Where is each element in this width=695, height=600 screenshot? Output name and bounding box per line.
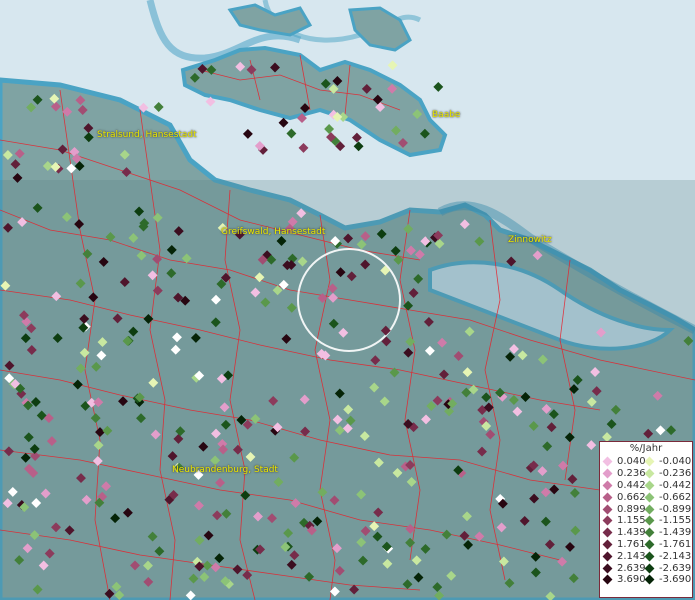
- legend-label: -0.662: [659, 491, 692, 503]
- legend-entry: 1.439: [602, 527, 646, 539]
- legend-entry: -1.439: [644, 527, 692, 539]
- legend-entry: 0.662: [602, 491, 646, 503]
- legend-swatch: [644, 551, 655, 562]
- legend-label: -1.439: [659, 527, 692, 539]
- legend-entry: -2.143: [644, 550, 692, 562]
- legend-swatch: [644, 563, 655, 574]
- legend-swatch: [644, 515, 655, 526]
- legend-label: 0.040: [617, 456, 646, 468]
- legend-entry: 3.690: [602, 574, 646, 586]
- legend-entry: -0.899: [644, 503, 692, 515]
- legend-label: -0.236: [659, 468, 692, 480]
- legend-swatch: [602, 527, 613, 538]
- legend-entry: 2.143: [602, 550, 646, 562]
- legend-label: 0.236: [617, 468, 646, 480]
- city-label-greifswald: Greifswald, Hansestadt: [221, 227, 326, 237]
- legend-entry: 0.040: [602, 456, 646, 468]
- legend-swatch: [602, 563, 613, 574]
- city-label-baabe: Baabe: [432, 110, 461, 120]
- legend-swatch: [644, 539, 655, 550]
- legend-negative-column: -0.040 -0.236 -0.442 -0.662 -0.899 -1.155 -1.4…: [644, 456, 692, 586]
- map-canvas[interactable]: Stralsund, Hansestadt Baabe Greifswald, …: [0, 0, 695, 600]
- legend-entry: 1.155: [602, 515, 646, 527]
- legend-title: %/Jahr: [629, 443, 663, 454]
- legend-swatch: [644, 504, 655, 515]
- legend-label: 1.761: [617, 538, 646, 550]
- city-label-stralsund: Stralsund, Hansestadt: [97, 130, 197, 140]
- legend-positive-column: 0.040 0.236 0.442 0.662 0.899 1.155 1.439 1.761…: [602, 456, 646, 586]
- legend-swatch: [602, 504, 613, 515]
- legend-label: 1.155: [617, 515, 646, 527]
- legend-entry: -0.236: [644, 468, 692, 480]
- legend-label: -0.040: [659, 456, 692, 468]
- legend-label: 1.439: [617, 527, 646, 539]
- legend-entry: -0.662: [644, 491, 692, 503]
- basemap: [0, 0, 695, 600]
- legend-swatch: [644, 456, 655, 467]
- legend-label: -0.442: [659, 479, 692, 491]
- legend-swatch: [644, 527, 655, 538]
- legend-entry: -1.761: [644, 538, 692, 551]
- city-label-neubrandenburg: Neubrandenburg, Stadt: [172, 465, 278, 475]
- legend-label: 0.662: [617, 491, 646, 503]
- legend-label: -1.761: [659, 538, 692, 550]
- legend-label: 0.899: [617, 503, 646, 515]
- legend-entry: 1.761: [602, 538, 646, 551]
- legend-label: 2.143: [617, 550, 646, 562]
- legend-label: -2.143: [659, 550, 692, 562]
- legend-label: -3.690: [659, 574, 692, 586]
- legend-label: -1.155: [659, 515, 692, 527]
- legend-entry: 0.236: [602, 468, 646, 480]
- legend-swatch: [602, 468, 613, 479]
- legend-label: -0.899: [659, 503, 692, 515]
- legend-swatch: [602, 574, 613, 585]
- legend-entry: 0.442: [602, 479, 646, 492]
- legend-entry: -2.639: [644, 562, 692, 574]
- legend-entry: -0.040: [644, 456, 692, 468]
- legend-swatch: [602, 456, 613, 467]
- legend-swatch: [644, 492, 655, 503]
- legend-entry: 2.639: [602, 562, 646, 574]
- city-label-zinnowitz: Zinnowitz: [508, 235, 552, 245]
- legend-swatch: [602, 492, 613, 503]
- legend-entry: 0.899: [602, 503, 646, 515]
- legend-entry: -3.690: [644, 574, 692, 586]
- legend-swatch: [644, 480, 655, 491]
- legend-swatch: [644, 574, 655, 585]
- legend-swatch: [644, 468, 655, 479]
- legend-swatch: [602, 539, 613, 550]
- map-legend: %/Jahr 0.040 0.236 0.442 0.662 0.899 1.155 1.4…: [599, 441, 693, 598]
- legend-label: 0.442: [617, 479, 646, 491]
- legend-label: 2.639: [617, 562, 646, 574]
- legend-label: 3.690: [617, 574, 646, 586]
- legend-swatch: [602, 515, 613, 526]
- legend-entry: -1.155: [644, 515, 692, 527]
- legend-entry: -0.442: [644, 479, 692, 492]
- legend-label: -2.639: [659, 562, 692, 574]
- legend-swatch: [602, 480, 613, 491]
- legend-swatch: [602, 551, 613, 562]
